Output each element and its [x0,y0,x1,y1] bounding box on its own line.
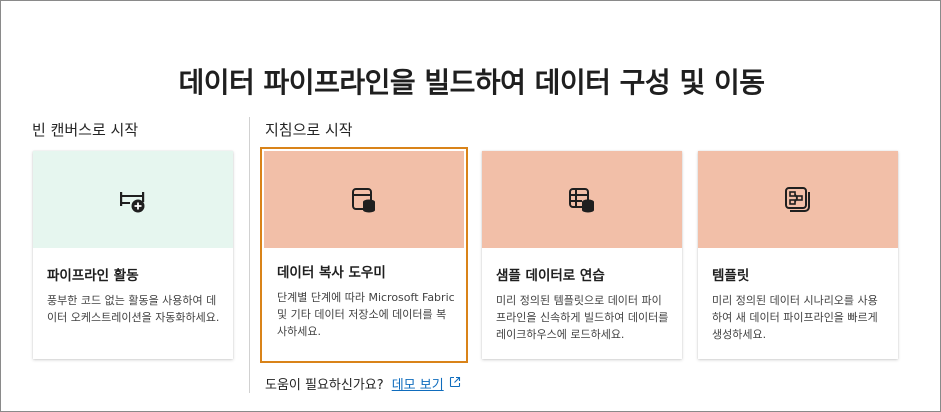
card-title: 샘플 데이터로 연습 [496,268,605,284]
card-description: 미리 정의된 데이터 시나리오를 사용하여 새 데이터 파이프라인을 빠르게 생… [712,294,878,341]
card-title: 파이프라인 활동 [47,268,139,284]
card-hero [33,151,233,248]
card-description: 단계별 단계에 따라 Microsoft Fabric 및 기타 데이터 저장소… [277,291,455,338]
card-templates[interactable]: 템플릿 미리 정의된 데이터 시나리오를 사용하여 새 데이터 파이프라인을 빠… [698,151,898,359]
section-label-blank-canvas: 빈 캔버스로 시작 [32,121,139,139]
section-divider [249,117,250,393]
card-practice-sample-data[interactable]: 샘플 데이터로 연습 미리 정의된 템플릿으로 데이터 파이프라인을 신속하게 … [482,151,682,359]
card-description: 미리 정의된 템플릿으로 데이터 파이프라인을 신속하게 빌드하여 데이터를 레… [496,294,669,341]
watch-demo-label: 데모 보기 [391,378,444,393]
dialog-frame: 데이터 파이프라인을 빌드하여 데이터 구성 및 이동 빈 캔버스로 시작 지침… [0,0,941,412]
sample-data-icon [567,186,597,214]
section-label-guided: 지침으로 시작 [265,121,353,139]
help-question: 도움이 필요하신가요? [265,378,384,393]
card-hero [698,151,898,248]
help-row: 도움이 필요하신가요? 데모 보기 [265,374,461,393]
watch-demo-link[interactable]: 데모 보기 [392,374,461,393]
pipeline-activity-icon [118,186,148,214]
card-hero [264,151,464,248]
template-icon [783,185,813,215]
page-title: 데이터 파이프라인을 빌드하여 데이터 구성 및 이동 [178,66,765,99]
card-description: 풍부한 코드 없는 활동을 사용하여 데이터 오케스트레이션을 자동화하세요. [47,294,220,324]
card-title: 템플릿 [712,268,750,284]
open-external-icon [449,376,461,392]
card-title: 데이터 복사 도우미 [277,265,386,281]
card-pipeline-activity[interactable]: 파이프라인 활동 풍부한 코드 없는 활동을 사용하여 데이터 오케스트레이션을… [33,151,233,359]
card-copy-data-assistant[interactable]: 데이터 복사 도우미 단계별 단계에 따라 Microsoft Fabric 및… [260,147,468,363]
copy-data-icon [350,186,378,214]
card-hero [482,151,682,248]
